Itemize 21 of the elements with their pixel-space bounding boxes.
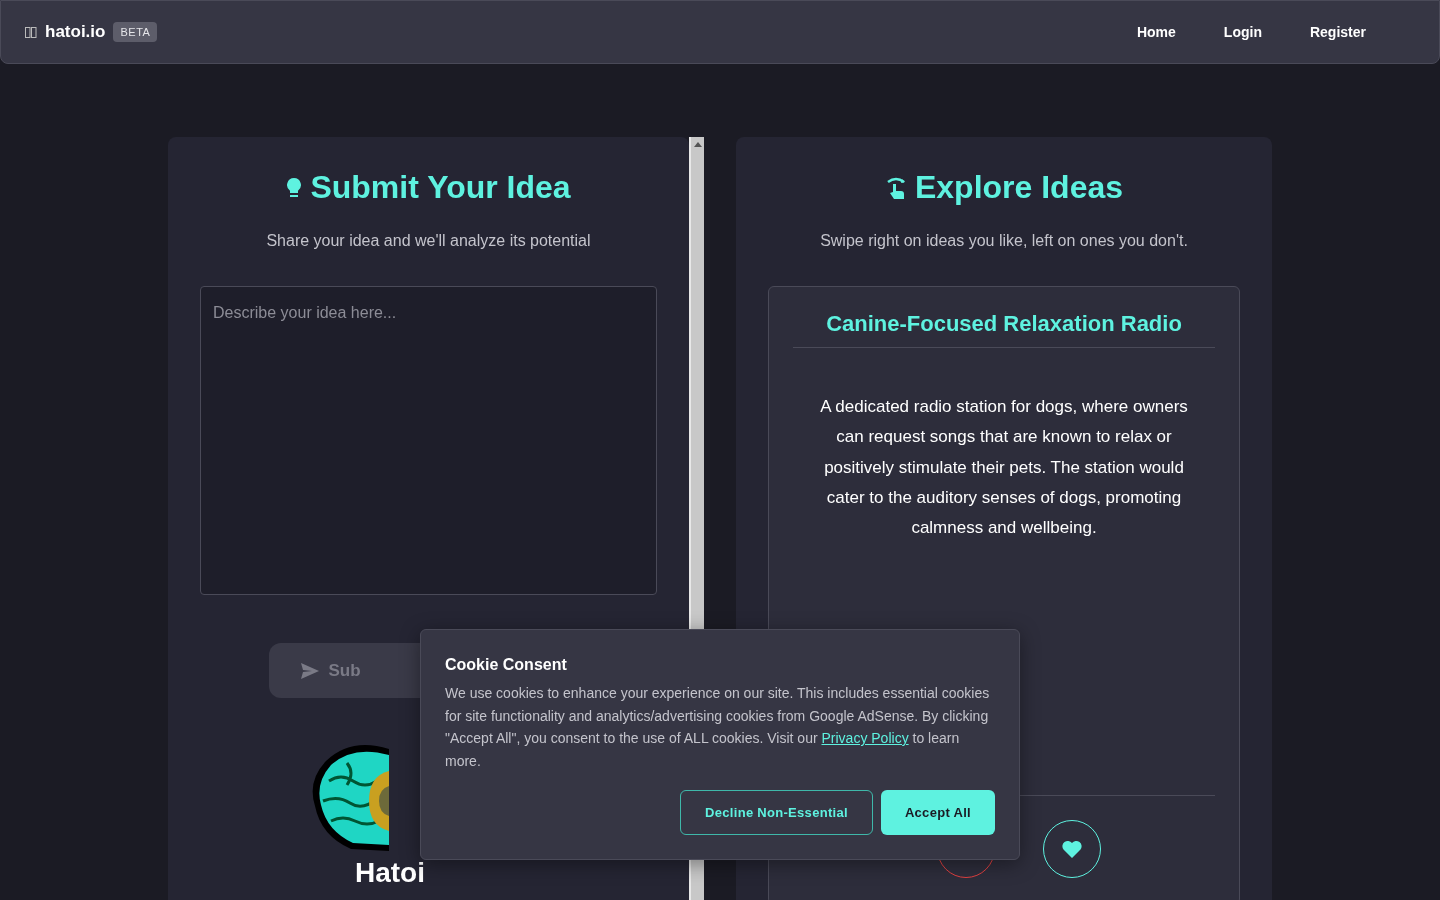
beta-badge: BETA	[113, 22, 158, 42]
nav-link[interactable]: Register	[1285, 16, 1390, 48]
heart-icon	[1062, 840, 1082, 859]
idea-description: A dedicated radio station for dogs, where owners can request songs that are known to relax or positively stimulate their pets. The station would cater to the auditory senses of dogs, promoting calmness and wellbeing.	[819, 396, 1189, 540]
accept-button[interactable]: Accept All	[880, 790, 995, 835]
panel-subtitle: Share your idea and we'll analyze its potential	[266, 232, 591, 250]
decline-button[interactable]: Decline Non-Essential	[680, 790, 873, 835]
brand-name[interactable]: hatoi.io	[45, 22, 106, 42]
privacy-policy-link[interactable]: Privacy Policy	[821, 730, 909, 746]
panel-title: Explore Ideas	[914, 169, 1124, 206]
lightbulb-icon	[286, 176, 303, 199]
idea-title: Canine-Focused Relaxation Radio	[793, 311, 1215, 348]
send-icon	[300, 662, 319, 679]
scroll-up-icon	[693, 142, 702, 147]
idea-input-field[interactable]: Describe your idea here...	[200, 286, 657, 595]
panel-title: Submit Your Idea	[310, 169, 571, 206]
nav-link[interactable]: Login	[1199, 16, 1286, 48]
nav-link[interactable]: Home	[1112, 16, 1200, 48]
missing-glyph-icon	[25, 26, 37, 38]
logo-wordmark: Hatoi	[355, 857, 425, 889]
panel-subtitle: Swipe right on ideas you like, left on ones you don't.	[820, 232, 1188, 250]
